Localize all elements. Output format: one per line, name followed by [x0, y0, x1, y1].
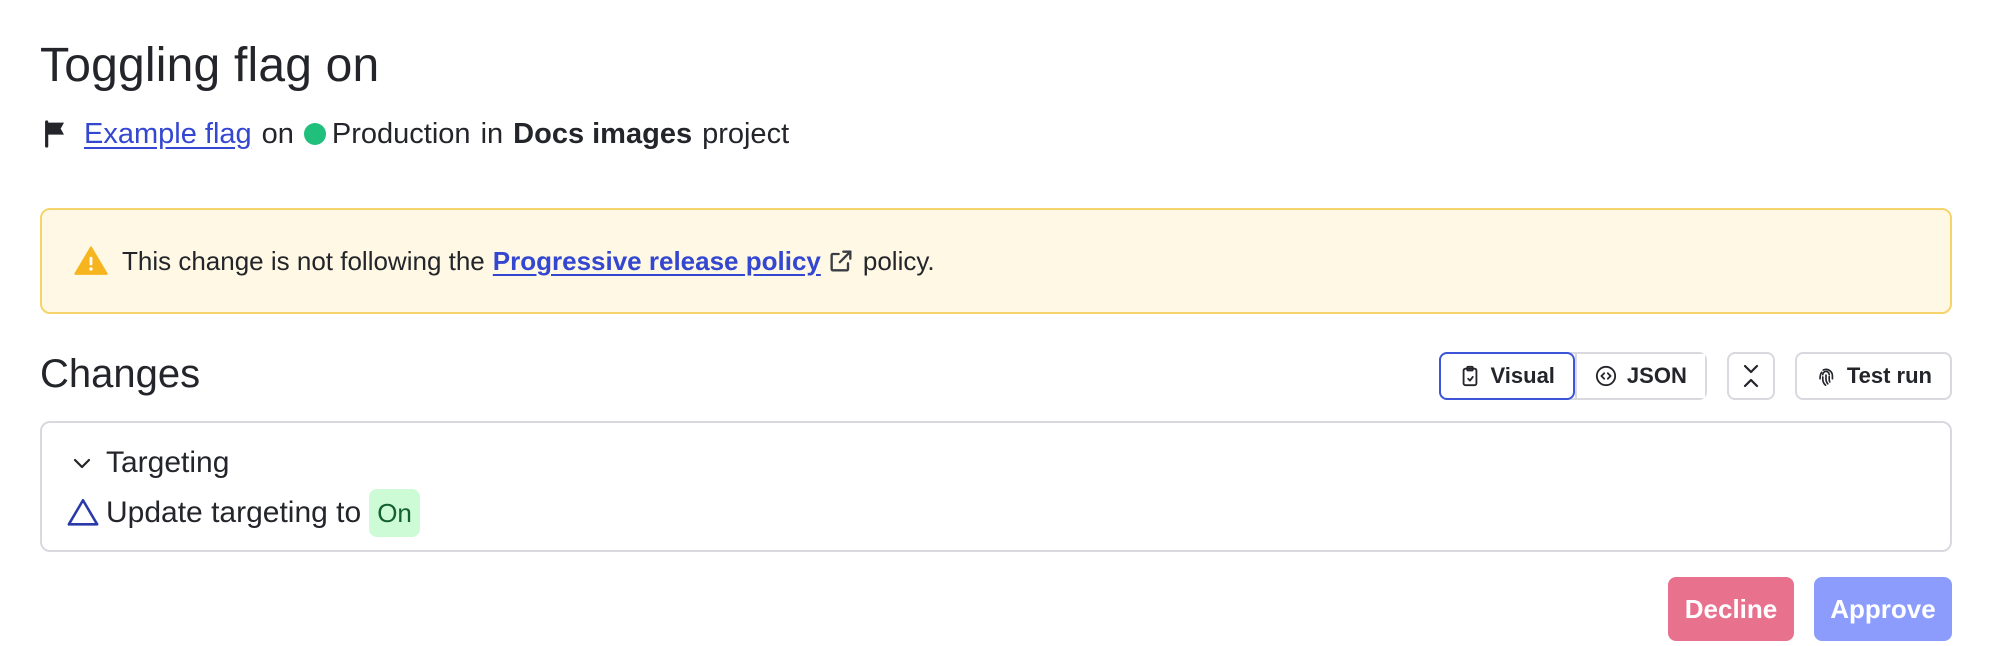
changes-toolbar: Visual JSON Test run — [1438, 352, 1952, 400]
external-link-icon — [827, 247, 855, 275]
json-tab[interactable]: JSON — [1574, 354, 1705, 398]
targeting-section-toggle[interactable]: Targeting — [70, 443, 229, 483]
decline-button[interactable]: Decline — [1668, 577, 1794, 641]
visual-label: Visual — [1490, 363, 1555, 388]
fingerprint-icon — [1815, 365, 1837, 387]
flag-context: Example flag on Production in Docs image… — [40, 114, 789, 154]
change-item: Update targeting to On — [66, 489, 420, 537]
targeting-value-badge: On — [369, 489, 420, 537]
alert-suffix: policy. — [862, 245, 935, 276]
environment-dot — [303, 123, 326, 145]
project-name: Docs images — [513, 117, 693, 150]
text-on: on — [261, 117, 294, 150]
flag-link[interactable]: Example flag — [84, 118, 252, 151]
change-text: Update targeting to — [106, 496, 362, 529]
approve-button[interactable]: Approve — [1814, 577, 1952, 641]
collapse-icon — [1740, 362, 1762, 390]
clipboard-icon — [1459, 365, 1481, 387]
chevron-down-icon — [70, 451, 94, 475]
policy-alert: This change is not following the Progres… — [40, 208, 1952, 314]
changes-panel: Targeting Update targeting to On — [40, 421, 1952, 552]
review-page: Toggling flag on Example flag on Product… — [0, 0, 1992, 646]
text-in: in — [480, 117, 504, 150]
code-icon — [1595, 365, 1617, 387]
page-title: Toggling flag on — [40, 39, 380, 92]
test-run-label: Test run — [1846, 363, 1932, 388]
warning-icon — [74, 244, 108, 278]
view-toggle: Visual JSON — [1438, 352, 1707, 400]
flag-icon — [40, 117, 74, 151]
policy-link[interactable]: Progressive release policy — [493, 246, 821, 277]
environment-name: Production — [331, 117, 471, 150]
changes-heading: Changes — [40, 352, 201, 396]
alert-prefix: This change is not following the — [122, 245, 485, 276]
test-run-button[interactable]: Test run — [1794, 352, 1952, 400]
text-project: project — [702, 117, 790, 150]
review-actions: Decline Approve — [1668, 577, 1952, 641]
triangle-icon — [66, 496, 100, 530]
json-label: JSON — [1626, 363, 1687, 388]
targeting-section-title: Targeting — [106, 446, 230, 479]
visual-tab[interactable]: Visual — [1438, 352, 1575, 400]
collapse-all-button[interactable] — [1726, 352, 1775, 400]
